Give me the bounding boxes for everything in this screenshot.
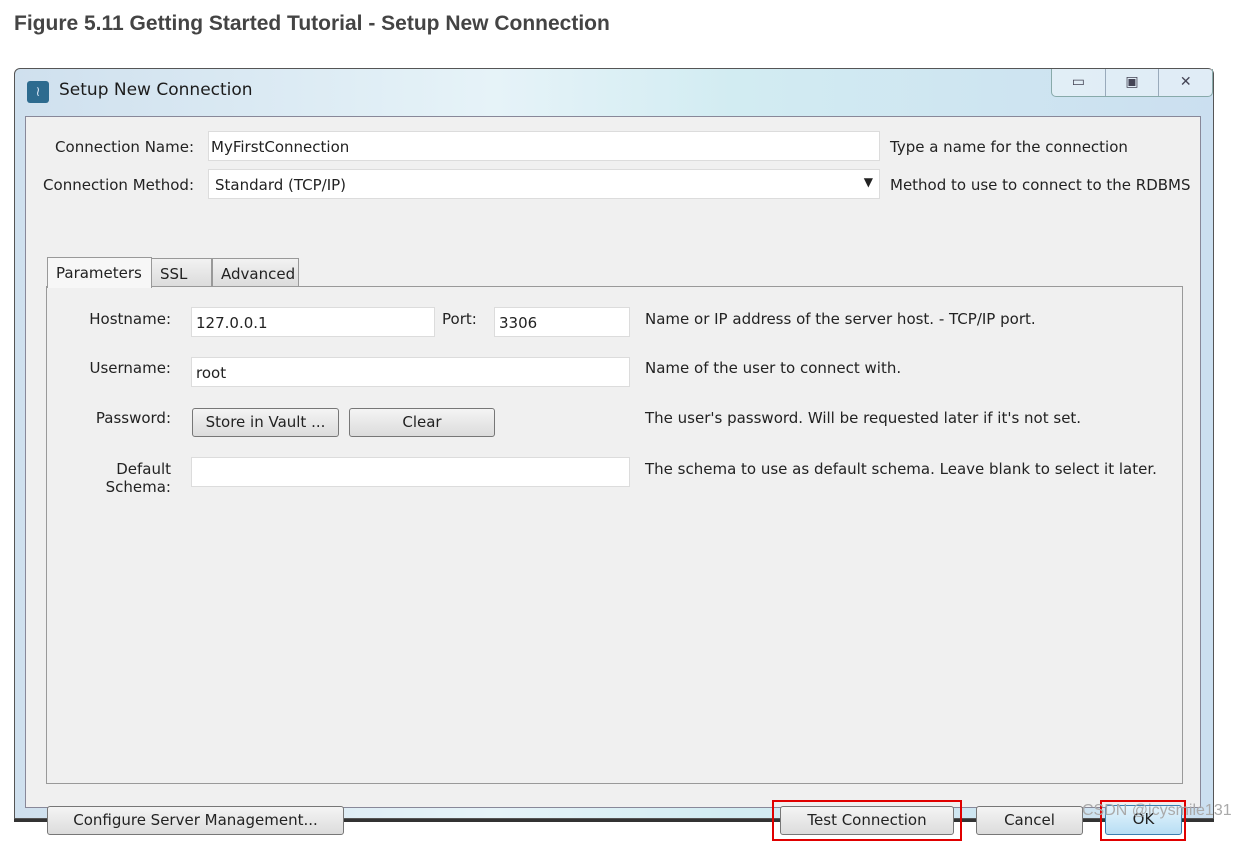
default-schema-hint: The schema to use as default schema. Lea… (645, 460, 1157, 478)
window-controls: ▭ ▣ ✕ (1051, 69, 1213, 97)
configure-server-management-button[interactable]: Configure Server Management... (47, 806, 344, 835)
default-schema-input[interactable] (191, 457, 630, 487)
tab-advanced[interactable]: Advanced (212, 258, 299, 288)
test-connection-button[interactable]: Test Connection (780, 806, 954, 835)
username-hint: Name of the user to connect with. (645, 359, 902, 377)
default-schema-label: Default Schema: (105, 460, 171, 496)
chevron-down-icon: ▼ (863, 175, 873, 189)
mysql-workbench-icon: ≀ (27, 81, 49, 103)
close-icon[interactable]: ✕ (1158, 69, 1212, 96)
maximize-icon[interactable]: ▣ (1104, 69, 1159, 96)
dialog-body: Connection Name: MyFirstConnection Type … (25, 116, 1201, 841)
store-in-vault-button[interactable]: Store in Vault ... (192, 408, 339, 437)
tab-ssl[interactable]: SSL (151, 258, 212, 288)
hostname-hint: Name or IP address of the server host. -… (645, 310, 1036, 328)
tab-parameters[interactable]: Parameters (47, 257, 152, 288)
username-input[interactable]: root (191, 357, 630, 387)
connection-method-value: Standard (TCP/IP) (215, 176, 347, 194)
password-label: Password: (95, 409, 171, 427)
setup-connection-window: ≀ Setup New Connection ▭ ▣ ✕ Connection … (14, 68, 1214, 841)
hostname-input[interactable]: 127.0.0.1 (191, 307, 435, 337)
connection-method-select[interactable]: Standard (TCP/IP) ▼ (208, 169, 880, 199)
cancel-button[interactable]: Cancel (976, 806, 1083, 835)
connection-name-input[interactable]: MyFirstConnection (208, 131, 880, 161)
port-input[interactable]: 3306 (494, 307, 630, 337)
minimize-icon[interactable]: ▭ (1052, 69, 1105, 96)
username-label: Username: (89, 359, 171, 377)
watermark: CSDN @icysmile131 (1082, 802, 1232, 819)
clear-password-button[interactable]: Clear (349, 408, 495, 437)
window-title: Setup New Connection (59, 80, 253, 100)
port-label: Port: (442, 310, 477, 328)
connection-method-hint: Method to use to connect to the RDBMS (890, 176, 1191, 194)
figure-caption: Figure 5.11 Getting Started Tutorial - S… (14, 12, 610, 35)
parameters-panel: Hostname: 127.0.0.1 Port: 3306 Name or I… (46, 286, 1183, 784)
password-hint: The user's password. Will be requested l… (645, 409, 1082, 427)
connection-name-label: Connection Name: (55, 138, 194, 156)
connection-method-label: Connection Method: (43, 176, 194, 194)
connection-name-hint: Type a name for the connection (890, 138, 1128, 156)
hostname-label: Hostname: (89, 310, 171, 328)
